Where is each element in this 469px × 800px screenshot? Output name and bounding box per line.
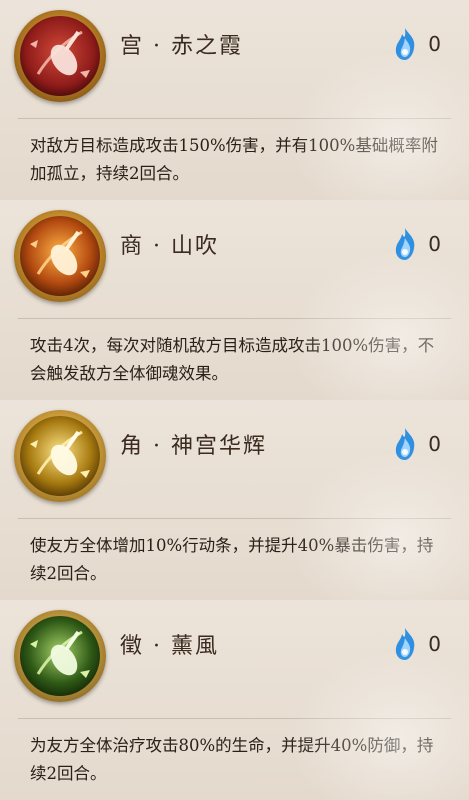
red-pipa-skill-icon <box>20 16 100 96</box>
skill-card[interactable]: 商 · 山吹 0 攻击4次，每次对随机敌方目标造成攻击100%伤害，不会触发敌方… <box>0 200 469 400</box>
blue-soulfire-icon <box>392 426 418 462</box>
blue-soulfire-icon <box>392 626 418 662</box>
skill-name: 商 · 山吹 <box>120 234 219 259</box>
cost-value: 0 <box>428 32 441 56</box>
divider <box>18 118 451 119</box>
skill-card[interactable]: 徵 · 薰風 0 为友方全体治疗攻击80%的生命，并提升40%防御，持续2回合。 <box>0 600 469 800</box>
skill-description: 对敌方目标造成攻击150%伤害，并有100%基础概率附加孤立，持续2回合。 <box>30 136 438 183</box>
blue-soulfire-icon <box>392 26 418 62</box>
cost-value: 0 <box>428 232 441 256</box>
skill-card[interactable]: 角 · 神宫华辉 0 使友方全体增加10%行动条，并提升40%暴击伤害，持续2回… <box>0 400 469 600</box>
skill-description: 为友方全体治疗攻击80%的生命，并提升40%防御，持续2回合。 <box>30 736 434 783</box>
cost-value: 0 <box>428 432 441 456</box>
cost-value: 0 <box>428 632 441 656</box>
orange-pipa-skill-icon <box>20 216 100 296</box>
skill-card[interactable]: 宫 · 赤之霞 0 对敌方目标造成攻击150%伤害，并有100%基础概率附加孤立… <box>0 0 469 200</box>
skill-description: 攻击4次，每次对随机敌方目标造成攻击100%伤害，不会触发敌方全体御魂效果。 <box>30 336 435 383</box>
skill-cost: 0 <box>392 226 441 262</box>
green-pipa-skill-icon <box>20 616 100 696</box>
skill-icon-frame <box>14 610 106 702</box>
skill-icon-frame <box>14 10 106 102</box>
gold-pipa-skill-icon <box>20 416 100 496</box>
skill-cost: 0 <box>392 26 441 62</box>
skill-description: 使友方全体增加10%行动条，并提升40%暴击伤害，持续2回合。 <box>30 536 434 583</box>
skill-name: 角 · 神宫华辉 <box>120 434 267 459</box>
skill-list: 宫 · 赤之霞 0 对敌方目标造成攻击150%伤害，并有100%基础概率附加孤立… <box>0 0 469 800</box>
skill-name: 徵 · 薰風 <box>120 634 219 659</box>
skill-name: 宫 · 赤之霞 <box>120 34 243 59</box>
skill-cost: 0 <box>392 426 441 462</box>
divider <box>18 718 451 719</box>
skill-icon-frame <box>14 210 106 302</box>
divider <box>18 318 451 319</box>
divider <box>18 518 451 519</box>
skill-cost: 0 <box>392 626 441 662</box>
blue-soulfire-icon <box>392 226 418 262</box>
skill-icon-frame <box>14 410 106 502</box>
